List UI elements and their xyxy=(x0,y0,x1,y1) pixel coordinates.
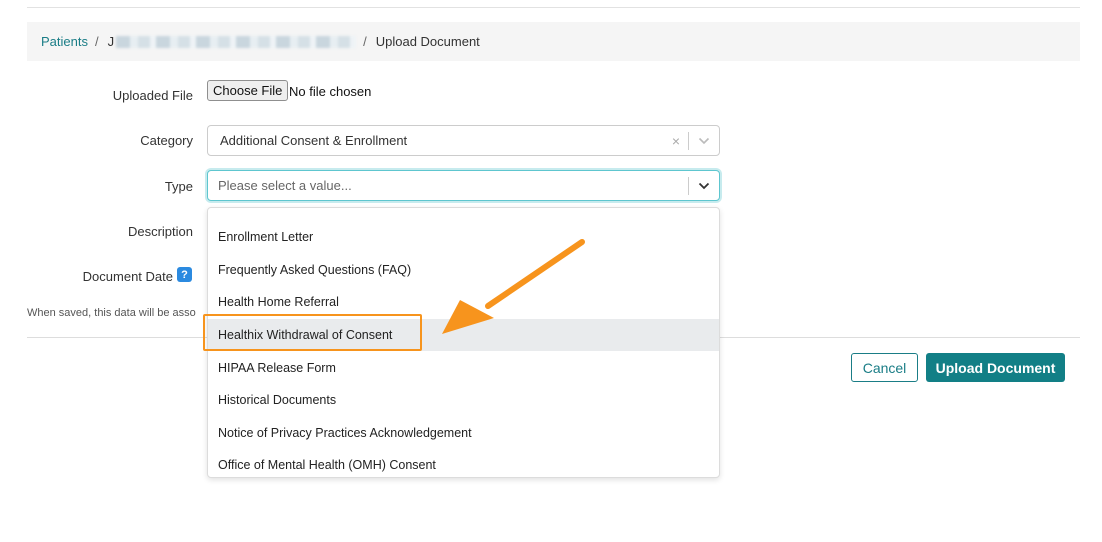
type-dropdown-menu: Enrollment Letter Frequently Asked Quest… xyxy=(207,207,720,478)
cancel-button[interactable]: Cancel xyxy=(851,353,918,382)
chevron-down-icon[interactable] xyxy=(689,182,719,190)
upload-document-button[interactable]: Upload Document xyxy=(926,353,1065,382)
close-icon[interactable]: × xyxy=(664,133,688,149)
dropdown-option[interactable]: HIPAA Release Form xyxy=(208,351,719,384)
breadcrumb-patient-name-redacted xyxy=(116,35,357,48)
type-label: Type xyxy=(164,179,193,194)
type-placeholder: Please select a value... xyxy=(218,178,352,193)
choose-file-button[interactable]: Choose File xyxy=(207,80,289,101)
dropdown-option[interactable]: Frequently Asked Questions (FAQ) xyxy=(208,254,719,287)
dropdown-option[interactable]: Historical Documents xyxy=(208,384,719,417)
dropdown-option[interactable]: Office of Mental Health (OMH) Consent xyxy=(208,449,719,477)
dropdown-option[interactable]: Health Home Referral xyxy=(208,286,719,319)
top-divider xyxy=(27,7,1080,8)
breadcrumb-current: Upload Document xyxy=(375,34,480,49)
category-label: Category xyxy=(140,133,193,148)
type-select[interactable]: Please select a value... xyxy=(207,170,720,201)
question-icon[interactable]: ? xyxy=(177,267,192,282)
uploaded-file-label: Uploaded File xyxy=(112,88,193,103)
breadcrumb-patient-initial[interactable]: J xyxy=(108,34,115,49)
breadcrumb: Patients / J / Upload Document xyxy=(27,22,1080,61)
file-status-text: No file chosen xyxy=(289,84,372,99)
chevron-down-icon[interactable] xyxy=(689,137,719,145)
description-label: Description xyxy=(127,224,193,239)
dropdown-option[interactable]: Notice of Privacy Practices Acknowledgem… xyxy=(208,417,719,450)
breadcrumb-separator: / xyxy=(94,34,99,49)
category-select[interactable]: Additional Consent & Enrollment × xyxy=(207,125,720,156)
dropdown-option-highlighted[interactable]: Healthix Withdrawal of Consent xyxy=(208,318,719,352)
dropdown-option[interactable]: Enrollment Letter xyxy=(208,221,719,254)
save-note: When saved, this data will be asso xyxy=(27,307,196,319)
breadcrumb-patients-link[interactable]: Patients xyxy=(41,34,88,49)
breadcrumb-separator: / xyxy=(363,34,367,49)
category-value: Additional Consent & Enrollment xyxy=(220,133,408,148)
document-date-label: Document Date xyxy=(82,269,173,284)
